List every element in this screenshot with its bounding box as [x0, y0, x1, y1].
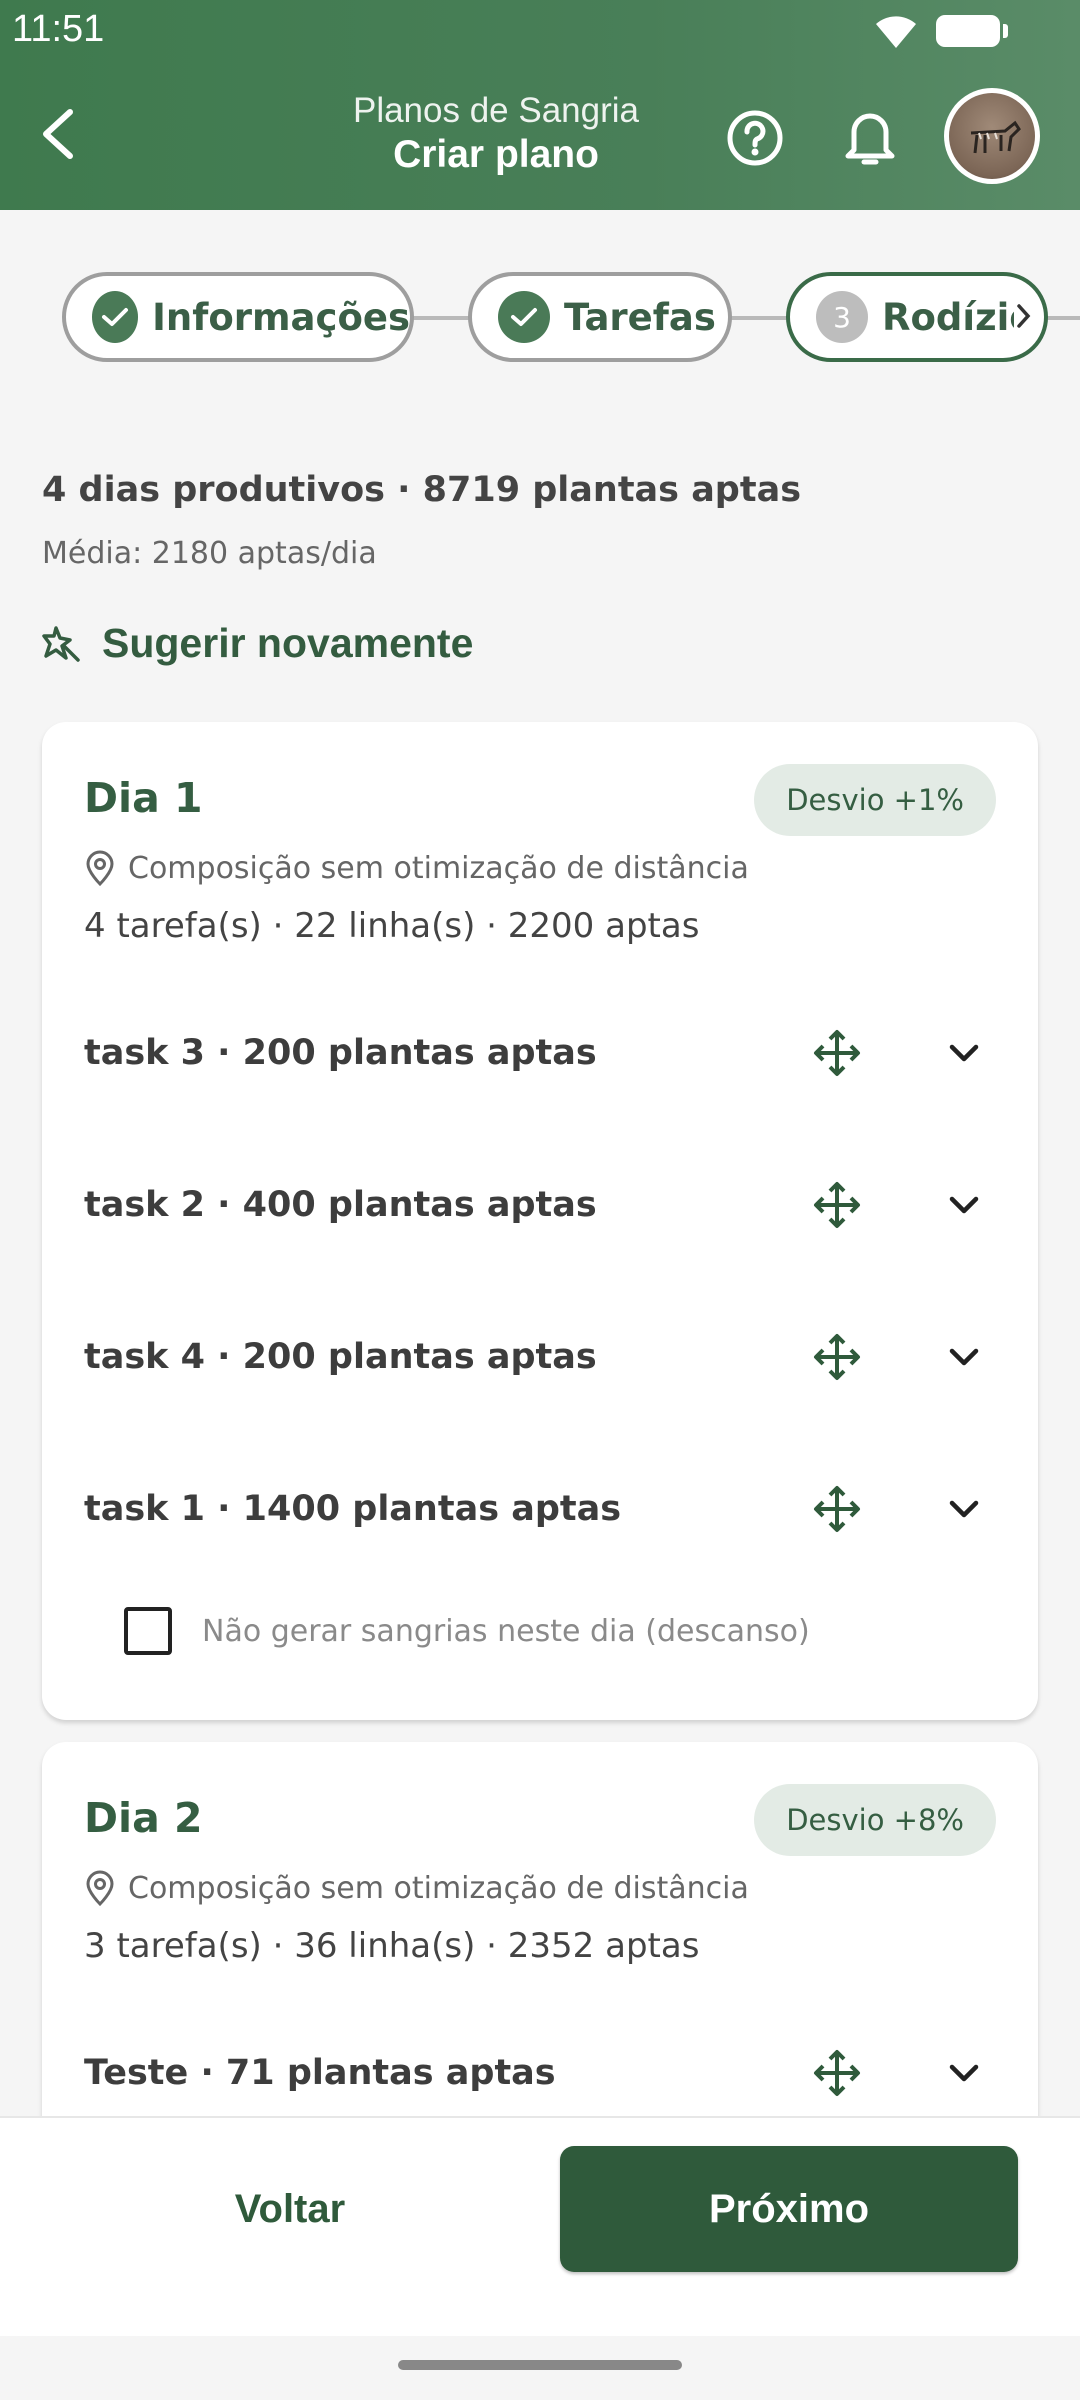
stepper: Informações Tarefas 3 Rodízio — [0, 270, 1080, 365]
day-meta: Composição sem otimização de distância — [84, 1870, 749, 1906]
drag-move-icon[interactable] — [812, 1484, 862, 1534]
task-label: task 1 · 1400 plantas aptas — [84, 1489, 622, 1529]
step-informacoes[interactable]: Informações — [62, 272, 414, 362]
deviation-badge: Desvio +8% — [754, 1784, 996, 1856]
rest-day-label: Não gerar sangrias neste dia (descanso) — [202, 1613, 810, 1649]
app-bar: 11:51 Planos de Sangria Criar plano — [0, 0, 1080, 210]
rest-day-option[interactable]: Não gerar sangrias neste dia (descanso) — [124, 1607, 810, 1655]
bottom-action-bar: Voltar Próximo — [0, 2116, 1080, 2336]
summary-title: 4 dias produtivos · 8719 plantas aptas — [42, 470, 802, 510]
step-label: Tarefas — [564, 295, 716, 339]
avatar[interactable] — [944, 88, 1040, 184]
task-label: task 3 · 200 plantas aptas — [84, 1033, 597, 1073]
status-bar: 11:51 — [0, 0, 1080, 62]
back-arrow-button[interactable] — [30, 102, 86, 166]
check-icon — [92, 291, 139, 343]
home-indicator[interactable] — [398, 2360, 682, 2370]
suggest-again-label: Sugerir novamente — [102, 620, 474, 666]
task-row[interactable]: task 2 · 400 plantas aptas — [42, 1130, 1038, 1280]
zebra-icon — [970, 120, 1021, 154]
location-pin-icon — [86, 850, 114, 886]
day-meta-text: Composição sem otimização de distância — [128, 850, 749, 886]
deviation-badge: Desvio +1% — [754, 764, 996, 836]
chevron-down-icon[interactable] — [942, 1031, 986, 1075]
status-time: 11:51 — [12, 8, 105, 50]
task-row[interactable]: task 1 · 1400 plantas aptas — [42, 1434, 1038, 1584]
task-label: task 4 · 200 plantas aptas — [84, 1337, 597, 1377]
task-row[interactable]: task 3 · 200 plantas aptas — [42, 978, 1038, 1128]
day-card: Dia 2 Desvio +8% Composição sem otimizaç… — [42, 1742, 1038, 2162]
day-title: Dia 2 — [84, 1794, 203, 1842]
battery-icon — [936, 15, 1008, 47]
avatar-image — [949, 93, 1035, 179]
step-connector — [1046, 316, 1080, 320]
chevron-right-icon — [1014, 298, 1034, 334]
day-stats: 4 tarefa(s) · 22 linha(s) · 2200 aptas — [84, 906, 700, 946]
task-row[interactable]: task 4 · 200 plantas aptas — [42, 1282, 1038, 1432]
chevron-down-icon[interactable] — [942, 2051, 986, 2095]
location-pin-icon — [86, 1870, 114, 1906]
back-arrow-icon — [43, 109, 73, 159]
step-connector — [410, 316, 470, 320]
step-connector — [730, 316, 788, 320]
day-stats: 3 tarefa(s) · 36 linha(s) · 2352 aptas — [84, 1926, 700, 1966]
chevron-down-icon[interactable] — [942, 1487, 986, 1531]
task-label: Teste · 71 plantas aptas — [84, 2053, 556, 2093]
drag-move-icon[interactable] — [812, 1332, 862, 1382]
bell-icon[interactable] — [840, 104, 900, 170]
rest-day-checkbox[interactable] — [124, 1607, 172, 1655]
task-label: task 2 · 400 plantas aptas — [84, 1185, 597, 1225]
step-tarefas[interactable]: Tarefas — [468, 272, 732, 362]
drag-move-icon[interactable] — [812, 2048, 862, 2098]
chevron-down-icon[interactable] — [942, 1183, 986, 1227]
next-button[interactable]: Próximo — [560, 2146, 1018, 2272]
step-label: Informações — [152, 295, 410, 339]
day-card: Dia 1 Desvio +1% Composição sem otimizaç… — [42, 722, 1038, 1720]
help-icon[interactable] — [725, 108, 785, 168]
day-title: Dia 1 — [84, 774, 203, 822]
page-supertitle: Planos de Sangria — [352, 91, 640, 130]
step-label: Rodízio — [882, 295, 1035, 339]
day-meta: Composição sem otimização de distância — [84, 850, 749, 886]
chevron-down-icon[interactable] — [942, 1335, 986, 1379]
page-title: Criar plano — [393, 133, 599, 176]
wifi-icon — [876, 16, 916, 48]
check-icon — [498, 291, 550, 343]
summary-subtitle: Média: 2180 aptas/dia — [42, 536, 377, 571]
header-titles: Planos de Sangria Criar plano — [300, 90, 692, 178]
step-number: 3 — [816, 291, 868, 343]
drag-move-icon[interactable] — [812, 1180, 862, 1230]
back-button[interactable]: Voltar — [40, 2146, 540, 2272]
suggest-again-button[interactable]: Sugerir novamente — [42, 620, 473, 667]
drag-move-icon[interactable] — [812, 1028, 862, 1078]
step-rodizio[interactable]: 3 Rodízio — [786, 272, 1048, 362]
day-meta-text: Composição sem otimização de distância — [128, 1870, 749, 1906]
magic-wand-icon — [42, 625, 80, 662]
